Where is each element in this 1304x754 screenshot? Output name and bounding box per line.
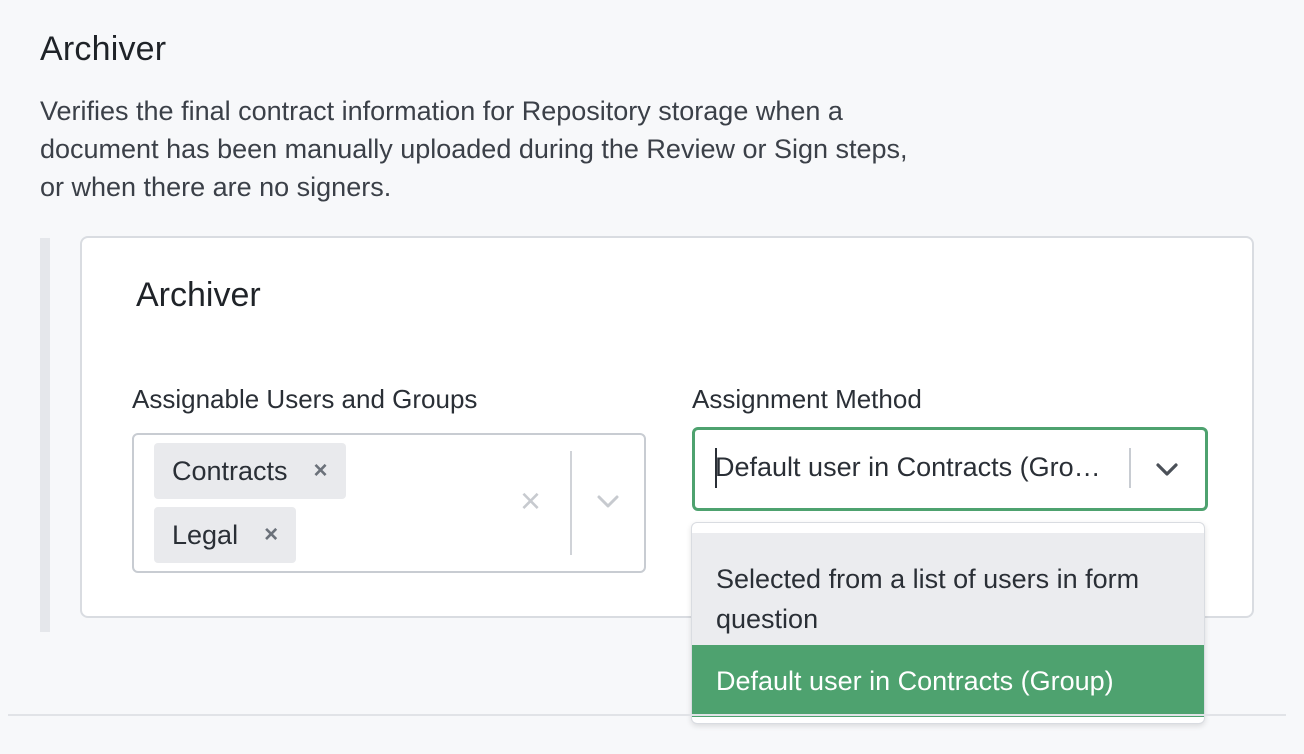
tag-contracts: Contracts × xyxy=(154,443,346,499)
tag-label: Contracts xyxy=(172,455,288,486)
chevron-down-icon[interactable] xyxy=(1152,454,1182,484)
select-divider xyxy=(570,451,572,555)
assignment-method-value: Default user in Contracts (Gro… xyxy=(715,452,1101,482)
clear-all-icon[interactable]: × xyxy=(520,481,541,521)
assignable-users-select[interactable]: Contracts × Legal × × xyxy=(132,433,646,573)
assignable-users-label: Assignable Users and Groups xyxy=(132,384,478,414)
card-title: Archiver xyxy=(136,276,261,314)
section-title: Archiver xyxy=(40,30,167,68)
section-description: Verifies the final contract information … xyxy=(40,96,908,202)
assignment-method-select[interactable]: Default user in Contracts (Gro… xyxy=(692,427,1208,511)
tag-label: Legal xyxy=(172,519,239,550)
dropdown-option-form-question[interactable]: Selected from a list of users in form qu… xyxy=(692,533,1204,645)
tag-legal: Legal × xyxy=(154,507,297,563)
text-cursor xyxy=(715,448,717,488)
select-divider xyxy=(1129,448,1131,488)
section-left-bar xyxy=(40,238,50,632)
bottom-divider xyxy=(8,714,1286,716)
tag-remove-icon[interactable]: × xyxy=(314,457,328,485)
tag-remove-icon[interactable]: × xyxy=(264,521,278,549)
assignment-method-dropdown: Selected from a list of users in form qu… xyxy=(691,522,1205,724)
dropdown-option-default-user[interactable]: Default user in Contracts (Group) xyxy=(692,645,1204,717)
assignment-method-label: Assignment Method xyxy=(692,384,922,414)
chevron-down-icon[interactable] xyxy=(594,487,622,515)
